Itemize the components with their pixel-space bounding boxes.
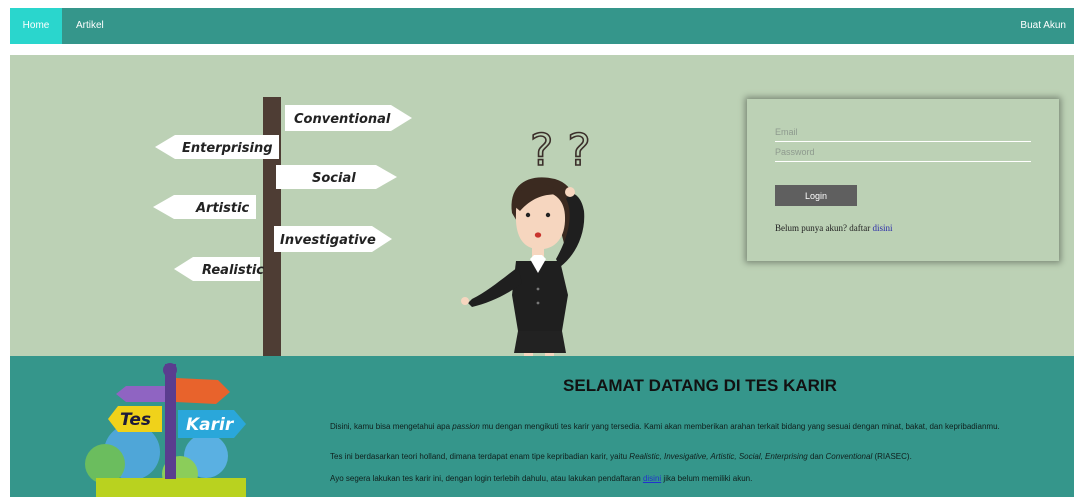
logo-karir-text: Karir bbox=[186, 415, 235, 435]
password-field[interactable] bbox=[775, 143, 1031, 162]
p3-text-b: jika belum memiliki akun. bbox=[661, 474, 753, 483]
welcome-paragraph-3: Ayo segera lakukan tes karir ini, dengan… bbox=[330, 474, 1060, 483]
p2-and: dan bbox=[807, 452, 826, 461]
p3-text-a: Ayo segera lakukan tes karir ini, dengan… bbox=[330, 474, 643, 483]
logo-sign-purple bbox=[116, 386, 165, 402]
register-link[interactable]: disini bbox=[872, 223, 892, 233]
register-prompt: Belum punya akun? daftar disini bbox=[775, 223, 892, 233]
p3-register-link[interactable]: disini bbox=[643, 474, 661, 483]
welcome-paragraph-2: Tes ini berdasarkan teori holland, diman… bbox=[330, 452, 1060, 461]
welcome-paragraph-1: Disini, kamu bisa mengetahui apa passion… bbox=[330, 422, 1060, 431]
top-navbar: Home Artikel Buat Akun bbox=[10, 8, 1074, 44]
sign-label-realistic: Realistic bbox=[202, 263, 264, 278]
sign-label-investigative: Investigative bbox=[280, 233, 376, 248]
login-card: Login Belum punya akun? daftar disini bbox=[747, 99, 1059, 261]
question-marks: ? ? bbox=[530, 125, 591, 176]
p2-types: Realistic, Invesigative, Artistic, Socia… bbox=[629, 452, 808, 461]
confused-woman-illustration bbox=[461, 177, 585, 356]
p2-conventional: Conventional bbox=[825, 452, 873, 461]
logo-sign-orange bbox=[176, 378, 230, 404]
hero-banner: Conventional Enterprising Social Artisti… bbox=[10, 55, 1074, 356]
welcome-title: SELAMAT DATANG DI TES KARIR bbox=[563, 376, 837, 395]
nav-artikel-link[interactable]: Artikel bbox=[76, 8, 104, 44]
p1-passion: passion bbox=[452, 422, 480, 431]
logo-tes-text: Tes bbox=[120, 410, 151, 430]
register-prompt-text: Belum punya akun? daftar bbox=[775, 223, 873, 233]
email-field[interactable] bbox=[775, 123, 1031, 142]
sign-label-enterprising: Enterprising bbox=[182, 141, 273, 156]
welcome-section: Tes Karir SELAMAT DATANG DI TES KARIR Di… bbox=[10, 356, 1074, 497]
p1-text-b: mu dengan mengikuti tes karir yang terse… bbox=[479, 422, 1000, 431]
login-button[interactable]: Login bbox=[775, 185, 857, 206]
sign-label-social: Social bbox=[312, 171, 356, 186]
sign-label-conventional: Conventional bbox=[294, 112, 391, 127]
p1-text-a: Disini, kamu bisa mengetahui apa bbox=[330, 422, 453, 431]
tes-karir-logo: Tes Karir bbox=[85, 363, 246, 497]
p2-text-b: (RIASEC). bbox=[872, 452, 912, 461]
logo-pole bbox=[165, 364, 176, 479]
sign-label-artistic: Artistic bbox=[195, 201, 250, 216]
nav-buat-akun-link[interactable]: Buat Akun bbox=[1020, 8, 1066, 44]
nav-home-link[interactable]: Home bbox=[10, 8, 62, 44]
p2-text-a: Tes ini berdasarkan teori holland, diman… bbox=[330, 452, 630, 461]
